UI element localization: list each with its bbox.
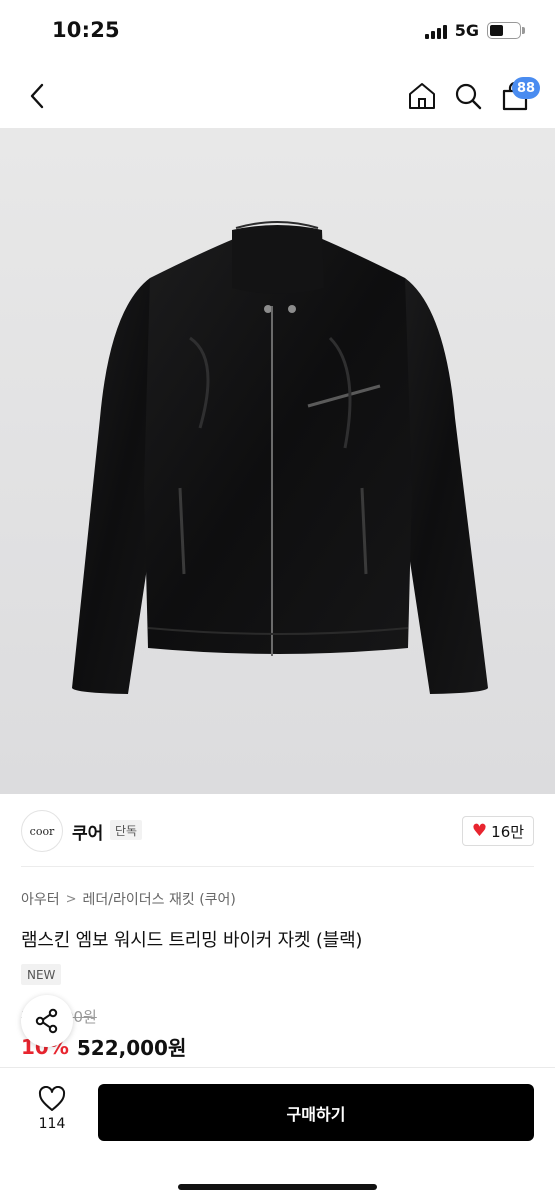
brand-like-count: 16만 (491, 822, 525, 841)
divider (21, 866, 534, 867)
buy-button[interactable]: 구매하기 (98, 1084, 534, 1141)
brand-name[interactable]: 쿠어 (72, 819, 103, 844)
breadcrumb-category[interactable]: 아우터 (21, 889, 60, 909)
brand-like-button[interactable]: ♥ 16만 (462, 816, 534, 846)
brand-row: coor 쿠어 단독 ♥ 16만 (0, 808, 555, 856)
share-icon (35, 1008, 58, 1034)
back-icon (30, 83, 44, 109)
home-indicator (178, 1184, 377, 1190)
bottom-action-bar: 114 구매하기 (0, 1067, 555, 1200)
back-button[interactable] (22, 79, 52, 113)
breadcrumb: 아우터 > 레더/라이더스 재킷 (쿠어) (21, 889, 236, 909)
brand-logo[interactable]: coor (21, 810, 63, 852)
chevron-right-icon: > (65, 891, 77, 907)
heart-outline-icon (38, 1086, 66, 1111)
search-button[interactable] (452, 80, 484, 112)
product-title: 램스킨 엠보 워시드 트리밍 바이커 자켓 (블랙) (21, 930, 363, 951)
network-type: 5G (454, 21, 479, 40)
status-time: 10:25 (52, 18, 120, 42)
home-icon (409, 83, 435, 109)
sale-price: 522,000원 (76, 1036, 187, 1060)
heart-icon: ♥ (471, 820, 488, 841)
product-image[interactable] (0, 128, 555, 794)
exclusive-tag: 단독 (110, 820, 143, 840)
home-button[interactable] (406, 80, 438, 112)
top-navigation (0, 64, 555, 128)
wishlist-button[interactable]: 114 (22, 1086, 82, 1132)
search-icon (455, 83, 482, 110)
new-badge: NEW (21, 964, 62, 985)
status-indicators: 5G (424, 21, 525, 40)
status-bar: 10:25 5G (0, 0, 555, 64)
battery-icon (487, 22, 525, 39)
cart-count-badge: 88 (512, 77, 541, 99)
wishlist-count: 114 (38, 1116, 66, 1132)
share-button[interactable] (21, 995, 73, 1047)
signal-icon (424, 23, 447, 39)
breadcrumb-subcategory[interactable]: 레더/라이더스 재킷 (쿠어) (83, 889, 236, 909)
leather-jacket-image (72, 221, 488, 694)
